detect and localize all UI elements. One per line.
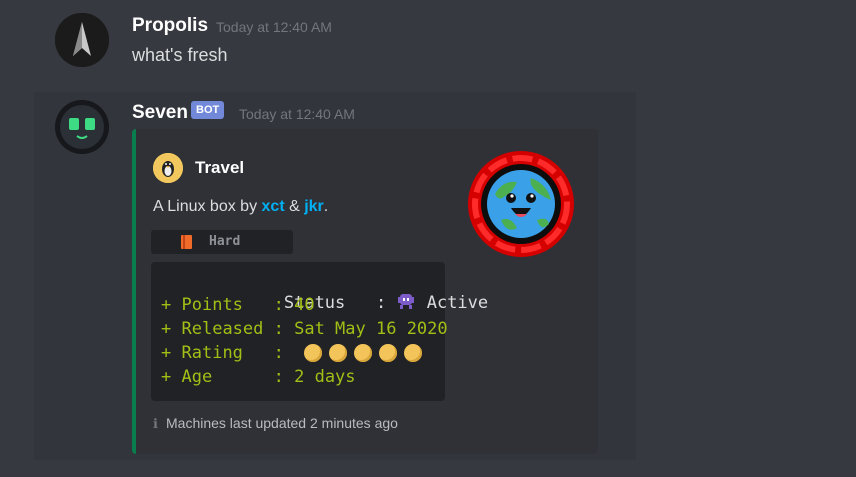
stat-value-released: Sat May 16 2020	[294, 319, 448, 339]
chat-area: Propolis Today at 12:40 AM what's fresh …	[34, 0, 856, 477]
description-text: A Linux box by	[153, 198, 262, 215]
bot-tag: BOT	[191, 101, 225, 119]
stat-prefix: +	[161, 343, 172, 363]
stat-value-age: 2 days	[294, 367, 356, 387]
stat-label: Points	[181, 295, 264, 315]
embed-description: A Linux box by xct & jkr.	[153, 198, 328, 216]
star-coin-icon	[379, 344, 398, 362]
star-coin-icon	[404, 344, 423, 362]
orange-book-icon	[181, 235, 192, 249]
stat-sep: :	[263, 367, 295, 387]
timestamp: Today at 12:40 AM	[239, 106, 355, 122]
stat-row-released: + Released : Sat May 16 2020	[161, 319, 448, 341]
stat-sep: :	[263, 295, 295, 315]
stat-prefix: +	[161, 367, 172, 387]
stat-prefix: +	[161, 319, 172, 339]
stat-label: Released	[181, 319, 264, 339]
stat-label: Rating	[181, 343, 264, 363]
stat-label: Age	[181, 367, 264, 387]
embed: Travel A Linux box by xct & jkr. Hard St…	[132, 129, 598, 454]
embed-accent-bar	[132, 129, 136, 454]
message-content: what's fresh	[132, 45, 228, 65]
stat-sep: :	[365, 293, 397, 313]
stat-row-status: Status : Active	[161, 271, 488, 313]
stat-prefix: +	[161, 295, 172, 315]
stat-row-points: + Points : 40	[161, 295, 315, 317]
user-link-xct[interactable]: xct	[262, 198, 285, 215]
info-icon: ℹ	[153, 416, 158, 431]
stat-value-status: Active	[426, 293, 489, 313]
rating-stars	[304, 343, 429, 363]
starfleet-badge-icon[interactable]	[55, 13, 109, 67]
linux-penguin-icon	[153, 153, 183, 183]
stat-sep: :	[263, 343, 295, 363]
stat-sep: :	[263, 319, 295, 339]
alien-monster-icon	[396, 291, 416, 311]
happy-earth-red-ring-icon[interactable]	[467, 150, 575, 258]
star-coin-icon	[304, 344, 323, 362]
stat-value-points: 40	[294, 295, 315, 315]
stat-row-rating: + Rating :	[161, 343, 429, 365]
left-gutter	[0, 0, 34, 477]
embed-footer: Machines last updated 2 minutes ago	[166, 415, 398, 431]
username[interactable]: Seven	[132, 102, 188, 124]
username[interactable]: Propolis	[132, 15, 208, 37]
user-link-jkr[interactable]: jkr	[304, 198, 324, 215]
star-coin-icon	[329, 344, 348, 362]
message-propolis[interactable]: Propolis Today at 12:40 AM what's fresh	[34, 0, 856, 92]
embed-author-name[interactable]: Travel	[195, 158, 244, 178]
stats-code-block: Status : Active + Points : 40 + Released…	[151, 262, 488, 401]
robot-face-icon[interactable]	[55, 100, 109, 154]
message-seven[interactable]: Seven BOT Today at 12:40 AM Travel A Lin…	[34, 92, 636, 460]
description-amp: &	[284, 198, 305, 215]
difficulty-tag: Hard	[151, 230, 293, 254]
description-suffix: .	[323, 198, 329, 215]
stat-row-age: + Age : 2 days	[161, 367, 356, 389]
timestamp: Today at 12:40 AM	[216, 19, 332, 35]
difficulty-label: Hard	[209, 234, 241, 249]
star-coin-icon	[354, 344, 373, 362]
